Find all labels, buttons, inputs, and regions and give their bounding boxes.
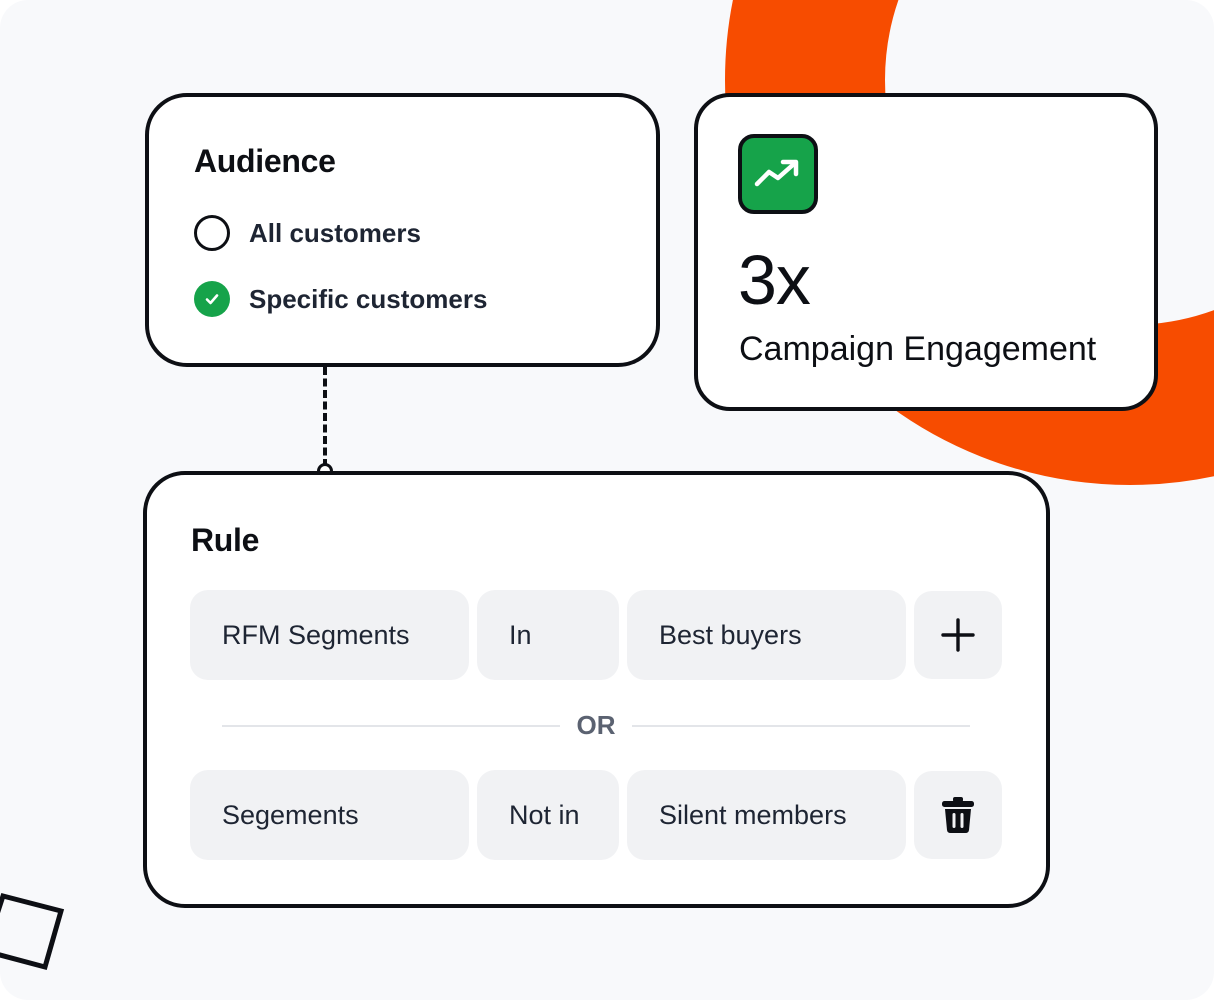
audience-card: Audience All customers Specific customer… bbox=[145, 93, 660, 367]
plus-icon bbox=[941, 618, 975, 652]
audience-option-all[interactable]: All customers bbox=[194, 215, 421, 251]
divider-right bbox=[632, 725, 970, 727]
audience-option-label: All customers bbox=[249, 217, 421, 248]
engagement-value: 3x bbox=[738, 241, 811, 319]
check-circle-icon[interactable] bbox=[194, 281, 230, 317]
audience-option-label: Specific customers bbox=[249, 283, 488, 314]
audience-option-specific[interactable]: Specific customers bbox=[194, 281, 487, 317]
rule-card: Rule RFM Segments In Best buyers OR Sege… bbox=[143, 471, 1050, 908]
or-separator: OR bbox=[576, 710, 616, 740]
canvas: Audience All customers Specific customer… bbox=[0, 0, 1214, 1000]
delete-condition-button[interactable] bbox=[914, 771, 1002, 859]
condition-field-select[interactable]: RFM Segments bbox=[190, 590, 469, 680]
radio-unchecked-icon[interactable] bbox=[194, 215, 230, 251]
condition-operator-select[interactable]: In bbox=[477, 590, 619, 680]
engagement-label: Campaign Engagement bbox=[739, 330, 1097, 368]
condition-operator-select[interactable]: Not in bbox=[477, 770, 619, 860]
dashed-connector bbox=[323, 367, 327, 467]
condition-field-select[interactable]: Segements bbox=[190, 770, 469, 860]
rule-title: Rule bbox=[191, 522, 260, 558]
engagement-card: 3x Campaign Engagement bbox=[694, 93, 1158, 411]
divider-left bbox=[222, 725, 560, 727]
condition-value-select[interactable]: Silent members bbox=[627, 770, 906, 860]
trash-icon bbox=[942, 797, 974, 833]
audience-title: Audience bbox=[194, 143, 336, 179]
trending-up-icon bbox=[738, 134, 818, 214]
condition-value-select[interactable]: Best buyers bbox=[627, 590, 906, 680]
add-condition-button[interactable] bbox=[914, 591, 1002, 679]
